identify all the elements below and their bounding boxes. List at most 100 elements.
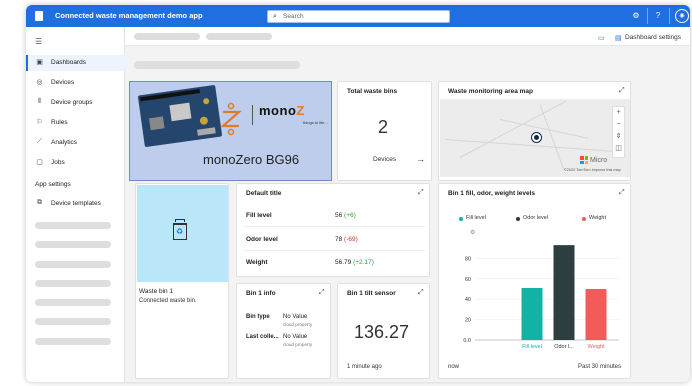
app-logo-icon[interactable] (35, 11, 43, 21)
tile-title: Total waste bins (347, 88, 398, 95)
tile-title: Bin 1 fill, odor, weight levels (448, 190, 536, 197)
tile-title: Bin 1 tilt sensor (347, 290, 396, 297)
help-icon[interactable]: ? (651, 9, 665, 23)
expand-icon[interactable]: ⤢ (319, 289, 325, 297)
bin-image: ♻ (137, 185, 228, 282)
x-tick-label: Odor l... (554, 344, 574, 350)
zoom-out-icon[interactable]: − (613, 119, 624, 131)
microsoft-logo-icon (580, 156, 588, 164)
kpi-value: 56.79 (+2.17) (335, 259, 374, 266)
bin-description: Connected waste bin. (139, 298, 197, 304)
expand-icon[interactable]: ⤢ (619, 189, 625, 197)
property-label: Bin type (246, 314, 270, 320)
toolbar-divider (669, 8, 670, 24)
property-value: No Value (283, 314, 308, 320)
tilt-sensor-tile: Bin 1 tilt sensor ⤢ 136.27 1 minute ago (337, 283, 430, 379)
settings-gear-icon[interactable]: ⚙ (629, 9, 643, 23)
sidebar-item-label: Devices (51, 79, 75, 86)
legend-dot (459, 217, 463, 221)
loading-placeholder (35, 280, 111, 287)
sidebar-item-jobs[interactable]: ▢ Jobs (26, 155, 125, 171)
sidebar-item-rules[interactable]: ⚐ Rules (26, 115, 125, 131)
map-style-icon[interactable]: ◫ (613, 143, 624, 155)
search-box[interactable]: ⌕ Search (267, 10, 450, 23)
sidebar-item-dashboards[interactable]: ▣ Dashboards (26, 55, 125, 71)
command-bar (125, 27, 690, 46)
property-label: Last colle... (246, 334, 279, 340)
sidebar-item-label: Analytics (51, 139, 78, 146)
property-source: cloud property (283, 322, 313, 327)
map-credit[interactable]: ©2020 TomTom Improve this map (564, 168, 621, 172)
bar[interactable] (521, 287, 543, 340)
y-tick-label: 80 (465, 256, 471, 262)
loading-placeholder (35, 261, 111, 268)
app-settings-heading: App settings (35, 181, 71, 188)
devices-icon: ◎ (36, 79, 43, 86)
loading-placeholder (35, 222, 111, 229)
dashboard-settings-icon[interactable]: ▤ (615, 34, 622, 42)
sidebar-item-device-templates[interactable]: ⧉ Device templates (26, 196, 125, 212)
property-source: cloud property (283, 342, 313, 347)
last-updated: 1 minute ago (347, 364, 382, 370)
account-avatar-icon[interactable]: ◉ (675, 9, 689, 23)
device-caption: monoZero BG96 (203, 152, 300, 167)
levels-chart-tile: Bin 1 fill, odor, weight levels ⤢ Fill l… (438, 183, 631, 379)
device-groups-icon: ⫴ (38, 98, 41, 105)
loading-placeholder (134, 33, 200, 40)
bin-info-tile: Bin 1 info ⤢ Bin type No Value cloud pro… (236, 283, 331, 379)
loading-placeholder (35, 241, 111, 248)
legend-label[interactable]: Odor level (523, 215, 548, 221)
sidebar-item-devices[interactable]: ◎ Devices (26, 75, 125, 91)
top-bar: Connected waste management demo app ⌕ Se… (26, 5, 690, 27)
logo-divider (252, 105, 253, 125)
jobs-icon: ▢ (36, 159, 43, 166)
arrow-right-icon[interactable]: → (416, 154, 425, 164)
sidebar-item-label: Device templates (51, 200, 101, 207)
map-zoom-controls[interactable]: + − ⇕ ◫ (612, 106, 625, 158)
expand-icon[interactable]: ⤢ (619, 87, 625, 95)
search-input[interactable]: Search (283, 13, 304, 20)
expand-icon[interactable]: ⤢ (418, 289, 424, 297)
waste-bin-tile[interactable]: ♻ Waste bin 1 Connected waste bin. (135, 183, 229, 379)
bar[interactable] (585, 289, 607, 340)
x-tick-label: Fill level (522, 344, 542, 350)
sidebar-item-device-groups[interactable]: ⫴ Device groups (26, 95, 125, 111)
sidebar-item-analytics[interactable]: ⟋ Analytics (26, 135, 125, 151)
x-tick-label: Weight (587, 344, 604, 350)
rules-icon: ⚐ (36, 119, 43, 126)
app-title[interactable]: Connected waste management demo app (55, 11, 203, 20)
map-tile: Waste monitoring area map ⤢ + − ⇕ ◫ Micr… (438, 81, 631, 181)
y-tick-label: 20 (465, 318, 471, 324)
legend-label[interactable]: Weight (589, 215, 606, 221)
loading-placeholder (35, 318, 111, 325)
dashboard-icon: ▣ (36, 59, 43, 66)
zoom-in-icon[interactable]: + (613, 107, 624, 119)
kpi-label: Fill level (246, 212, 272, 219)
time-start-label: now (448, 364, 460, 370)
expand-icon[interactable]: ⤢ (418, 189, 424, 197)
total-bins-tile[interactable]: Total waste bins 2 Devices → (337, 81, 432, 181)
sidebar-item-label: Dashboards (51, 59, 87, 66)
tilt-value: 136.27 (354, 322, 410, 342)
kpi-value: 56 (+6) (335, 212, 356, 219)
map-pin-icon[interactable] (532, 133, 541, 142)
kpi-label: Odor level (246, 236, 278, 243)
default-title-tile: Default title ⤢ Fill level 56 (+6) Odor … (236, 183, 430, 277)
hamburger-menu-icon[interactable]: ☰ (35, 37, 42, 46)
map-provider-text: Micro (590, 157, 608, 164)
legend-label[interactable]: Fill level (466, 215, 486, 221)
map-view[interactable]: + − ⇕ ◫ Micro ©2020 TomTom Improve this … (440, 99, 630, 177)
sidebar-item-label: Jobs (51, 159, 65, 166)
y-tick-label: 60 (465, 277, 471, 283)
dashboard-settings-button[interactable]: Dashboard settings (625, 34, 681, 41)
toolbar-divider (647, 8, 648, 24)
screen-icon[interactable]: ▭ (598, 34, 605, 42)
app-window: Connected waste management demo app ⌕ Se… (26, 5, 690, 382)
bar[interactable] (553, 245, 575, 340)
row-divider (243, 226, 425, 227)
device-templates-icon: ⧉ (37, 199, 42, 206)
device-image-tile: monoZ things to life... monoZero BG96 (129, 81, 332, 181)
monoz-logo: monoZ (259, 103, 305, 118)
tile-title: Default title (246, 190, 282, 197)
compass-icon[interactable]: ⇕ (613, 131, 624, 143)
